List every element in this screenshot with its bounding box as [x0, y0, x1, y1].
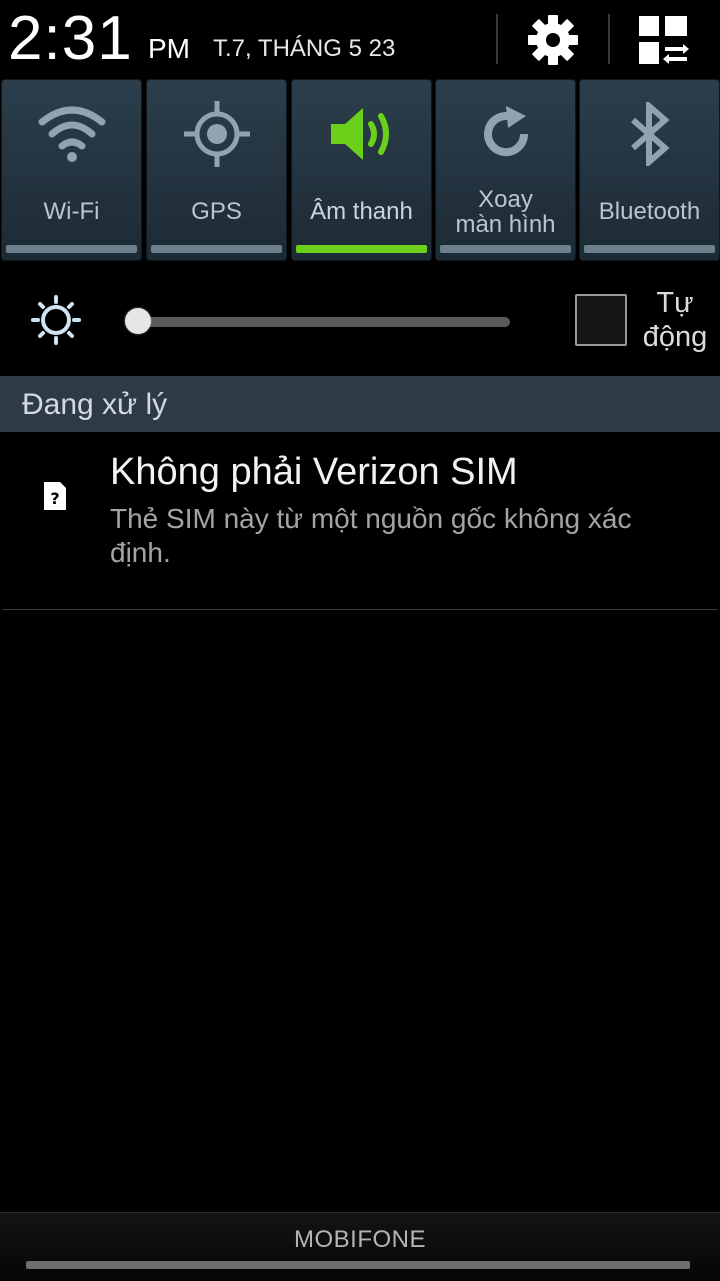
notification-item[interactable]: ? Không phải Verizon SIM Thẻ SIM này từ … — [0, 432, 720, 608]
brightness-slider-thumb[interactable] — [125, 308, 151, 334]
clock-time: 2:31 — [8, 4, 133, 73]
sim-unknown-icon: ? — [44, 482, 66, 510]
toggle-bluetooth[interactable]: Bluetooth — [579, 79, 720, 261]
brightness-slider-track[interactable] — [138, 317, 510, 327]
grid-edit-icon — [639, 16, 689, 64]
header-divider — [608, 14, 610, 64]
toggle-indicator — [296, 245, 427, 253]
divider — [2, 609, 718, 610]
status-header: 2:31 PM T.7, THÁNG 5 23 — [0, 0, 720, 78]
panel-drag-handle[interactable] — [26, 1261, 690, 1269]
edit-toggles-button[interactable] — [628, 10, 698, 70]
notification-title: Không phải Verizon SIM — [110, 451, 518, 493]
toggle-gps[interactable]: GPS — [146, 79, 287, 261]
toggle-indicator — [440, 245, 571, 253]
bluetooth-icon — [630, 102, 670, 166]
wifi-icon — [38, 106, 105, 162]
quick-settings-panel: Wi-Fi GPS Âm thanh Xoay màn hình Bluetoo… — [0, 78, 720, 262]
clock-ampm: PM — [148, 33, 190, 64]
gps-icon — [183, 101, 250, 167]
svg-text:?: ? — [50, 489, 59, 508]
date-label: T.7, THÁNG 5 23 — [213, 35, 396, 62]
rotate-icon — [483, 106, 528, 157]
section-title: Đang xử lý — [22, 388, 168, 421]
toggle-rotate[interactable]: Xoay màn hình — [435, 79, 576, 261]
brightness-row: Tự động — [0, 262, 720, 376]
toggle-label: GPS — [191, 198, 242, 225]
auto-brightness-checkbox[interactable] — [575, 294, 627, 346]
auto-label-line1: Tự — [656, 287, 694, 319]
toggle-indicator — [6, 245, 137, 253]
auto-brightness-label: Tự động — [630, 286, 720, 354]
carrier-footer: MOBIFONE — [0, 1212, 720, 1281]
sound-icon — [330, 108, 389, 160]
brightness-icon — [31, 295, 81, 345]
header-divider — [496, 14, 498, 64]
gear-icon — [528, 15, 578, 65]
settings-button[interactable] — [518, 10, 588, 70]
toggle-label: Wi-Fi — [43, 198, 100, 225]
toggle-label: Xoay — [478, 186, 533, 213]
toggle-indicator — [151, 245, 282, 253]
toggle-label: Âm thanh — [310, 198, 413, 225]
toggle-label: màn hình — [455, 211, 556, 238]
carrier-label: MOBIFONE — [293, 1226, 426, 1253]
toggle-wifi[interactable]: Wi-Fi — [1, 79, 142, 261]
toggle-sound[interactable]: Âm thanh — [291, 79, 432, 261]
toggle-label: Bluetooth — [598, 198, 701, 225]
auto-label-line2: động — [642, 321, 708, 353]
ongoing-section-header: Đang xử lý — [0, 376, 720, 432]
notification-text: Thẻ SIM này từ một nguồn gốc không xác đ… — [110, 503, 632, 568]
toggle-indicator — [584, 245, 715, 253]
